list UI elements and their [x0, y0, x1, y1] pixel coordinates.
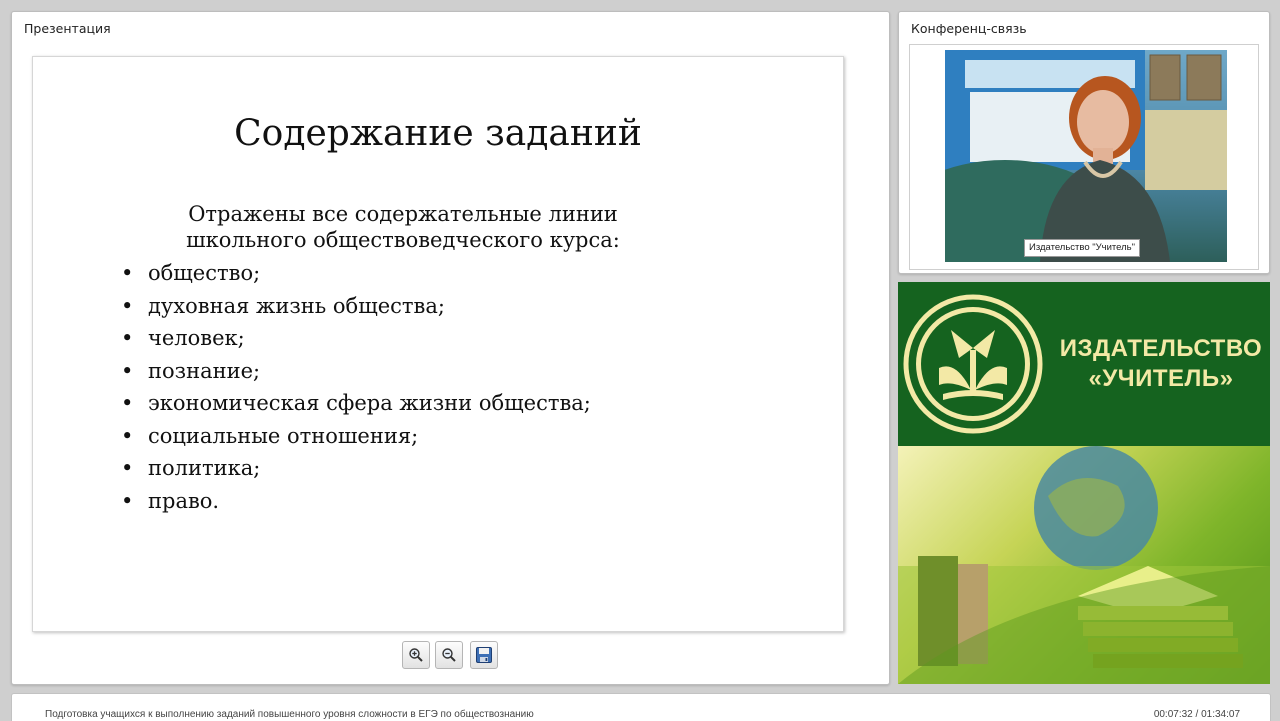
zoom-out-button[interactable]	[435, 641, 463, 669]
slide-bullet-item: • духовная жизнь общества;	[121, 290, 591, 323]
zoom-in-button[interactable]	[402, 641, 430, 669]
slide-bullet-text: право.	[148, 488, 220, 513]
slide-bullet-item: • право.	[121, 485, 591, 518]
video-caption: Издательство "Учитель"	[1024, 239, 1141, 257]
slide-bullet-text: экономическая сфера жизни общества;	[148, 391, 591, 415]
slide-intro-line-1: Отражены все содержательные линии	[188, 202, 618, 226]
webcam-scene	[945, 50, 1227, 262]
bullet-icon: •	[121, 293, 134, 318]
slide-bullet-item: • социальные отношения;	[121, 420, 591, 453]
playback-time: 00:07:32 / 01:34:07	[1153, 709, 1240, 720]
conference-panel: Конференц-связь Издательство "Учитель"	[898, 11, 1270, 274]
slide-intro: Отражены все содержательные линии школьн…	[103, 201, 703, 253]
video-frame: Издательство "Учитель"	[909, 44, 1259, 270]
bullet-icon: •	[121, 456, 134, 480]
publisher-logo-icon	[903, 294, 1043, 434]
bullet-icon: •	[121, 261, 134, 285]
slide-bullet-item: • экономическая сфера жизни общества;	[121, 387, 591, 420]
publisher-name-line-1: ИЗДАТЕЛЬСТВО	[1059, 335, 1263, 362]
bullet-icon: •	[121, 391, 134, 415]
slide-bullet-item: • общество;	[121, 257, 591, 290]
slide-bullet-list: • общество; • духовная жизнь общества; • че…	[121, 257, 591, 517]
webcam-video[interactable]: Издательство "Учитель"	[945, 50, 1227, 262]
save-icon	[476, 647, 492, 663]
bullet-icon: •	[121, 358, 134, 383]
slide-bullet-text: общество;	[148, 261, 261, 285]
presentation-panel: Презентация Содержание заданий Отражены …	[11, 11, 890, 685]
zoom-out-icon	[442, 648, 456, 662]
lecture-title: Подготовка учащихся к выполнению заданий…	[45, 709, 534, 720]
slide-bullet-text: познание;	[148, 358, 261, 383]
publisher-name: ИЗДАТЕЛЬСТВО «УЧИТЕЛЬ»	[1056, 334, 1266, 394]
slide-bullet-item: • политика;	[121, 452, 591, 485]
bullet-icon: •	[121, 423, 134, 448]
books-globe-image	[898, 446, 1270, 684]
bullet-icon: •	[121, 488, 134, 513]
bullet-icon: •	[121, 326, 134, 350]
slide-bullet-text: социальные отношения;	[148, 423, 419, 448]
publisher-name-line-2: «УЧИТЕЛЬ»	[1088, 365, 1234, 392]
slide-bullet-text: человек;	[148, 326, 245, 350]
slide-title: Содержание заданий	[234, 113, 642, 154]
slide-bullet-text: духовная жизнь общества;	[148, 293, 445, 318]
conference-panel-title: Конференц-связь	[911, 21, 1027, 36]
slide-bullet-text: политика;	[148, 456, 261, 480]
books-globe-illustration	[898, 446, 1270, 684]
presentation-panel-title: Презентация	[24, 21, 111, 36]
slide-bullet-item: • человек;	[121, 322, 591, 355]
slide-bullet-item: • познание;	[121, 355, 591, 388]
zoom-in-icon	[409, 648, 423, 662]
slide-intro-line-2: школьного обществоведческого курса:	[186, 228, 620, 252]
player-footer: Подготовка учащихся к выполнению заданий…	[11, 693, 1271, 721]
slide: Содержание заданий Отражены все содержат…	[32, 56, 844, 632]
save-button[interactable]	[470, 641, 498, 669]
publisher-banner: ИЗДАТЕЛЬСТВО «УЧИТЕЛЬ»	[898, 282, 1270, 446]
